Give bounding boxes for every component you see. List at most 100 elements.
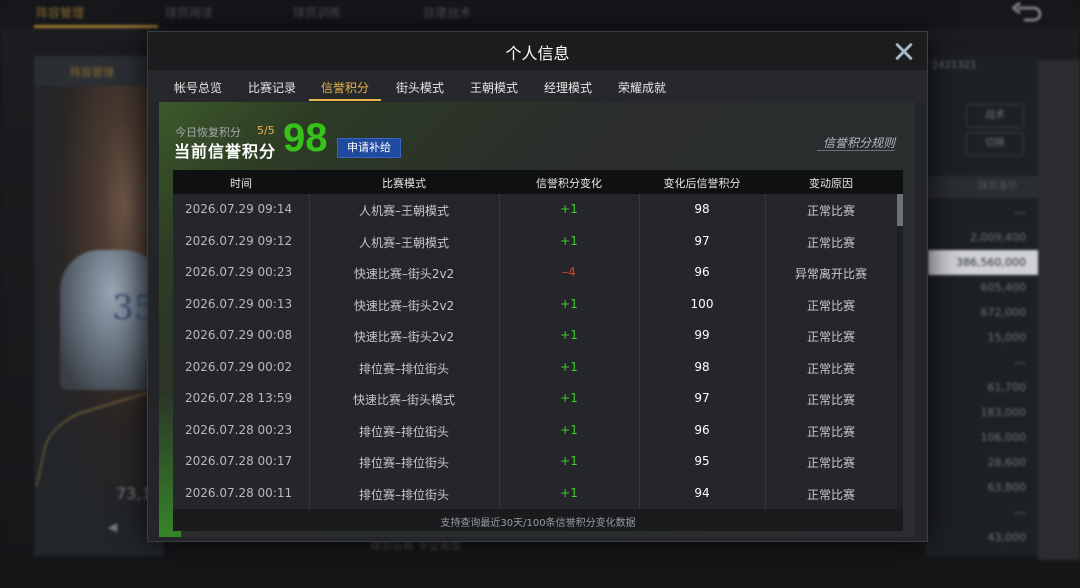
cell-after: 96 — [694, 422, 710, 437]
cell-mode: 排位赛–排位街头 — [358, 361, 449, 376]
cell-mode: 排位赛–排位街头 — [358, 456, 449, 470]
table-footer: 支持查询最近30天/100条信誉积分变化数据 — [173, 509, 903, 531]
bg-value-item: 106,000 — [980, 431, 1027, 444]
header-change: 信誉积分变化 — [536, 177, 602, 190]
bg-value-list: --- 2,009,400 386,560,000 605,400 672,000 15,… — [926, 200, 1038, 550]
bg-tab-read[interactable]: 球员阅读 — [165, 4, 213, 24]
bg-tab-bar: 阵容管理 球员阅读 球员训练 自建战术 — [0, 0, 1080, 28]
cell-reason: 正常比赛 — [806, 456, 855, 470]
cell-change: +1 — [560, 359, 578, 374]
table-row: 2026.07.28 00:11 排位赛–排位街头 +1 94 正常比赛 — [173, 478, 903, 510]
cell-reason: 正常比赛 — [806, 330, 855, 344]
scrollbar-thumb[interactable] — [897, 194, 903, 226]
cell-after: 98 — [694, 202, 710, 216]
cell-change: +1 — [560, 485, 578, 500]
table-row: 2026.07.28 13:59 快速比赛–街头模式 +1 97 正常比赛 — [173, 383, 903, 415]
table-row: 2026.07.28 00:23 排位赛–排位街头 +1 96 正常比赛 — [173, 415, 903, 447]
table-row: 2026.07.28 00:17 排位赛–排位街头 +1 95 正常比赛 — [173, 446, 903, 478]
bg-right-strip: 球员身价 — [926, 176, 1038, 198]
cell-time: 2026.07.29 00:13 — [185, 296, 293, 311]
bg-tab-lineup[interactable]: 阵容管理 — [36, 4, 84, 24]
table-row: 2026.07.29 00:13 快速比赛–街头2v2 +1 100 正常比赛 — [173, 289, 903, 321]
tab-dynasty-mode[interactable]: 王朝模式 — [470, 79, 518, 96]
cell-reason: 异常离开比赛 — [794, 267, 867, 281]
bg-switch-button[interactable]: 切换 — [966, 132, 1024, 156]
tab-match-records[interactable]: 比赛记录 — [248, 79, 296, 96]
cell-after: 94 — [694, 485, 710, 500]
header-after: 变化后信誉积分 — [663, 177, 741, 190]
bg-value-item: 2,009,400 — [970, 231, 1026, 244]
cell-time: 2026.07.29 00:23 — [185, 265, 293, 279]
cell-reason: 正常比赛 — [806, 298, 855, 313]
table-header: 时间 比赛模式 信誉积分变化 变化后信誉积分 变动原因 — [173, 170, 903, 194]
close-icon[interactable] — [893, 40, 915, 62]
cell-after: 97 — [694, 233, 710, 248]
cell-mode: 人机赛–王朝模式 — [358, 204, 449, 218]
cell-reason: 正常比赛 — [806, 235, 855, 250]
bg-left-arrow-icon[interactable]: ◀ — [108, 520, 117, 534]
cell-reason: 正常比赛 — [806, 487, 855, 502]
tab-manager-mode[interactable]: 经理模式 — [544, 79, 592, 96]
header-time: 时间 — [230, 177, 252, 190]
bg-value-item: 183,000 — [980, 406, 1027, 419]
modal-title: 个人信息 — [505, 44, 570, 63]
apply-supply-button[interactable]: 申请补给 — [337, 138, 401, 158]
cell-reason: 正常比赛 — [806, 393, 855, 407]
cell-change: +1 — [560, 233, 578, 248]
bg-value-item: 386,560,000 — [928, 250, 1038, 275]
table-row: 2026.07.29 00:08 快速比赛–街头2v2 +1 99 正常比赛 — [173, 320, 903, 352]
bg-right-head: 2421321 — [932, 60, 977, 71]
header-mode: 比赛模式 — [382, 177, 426, 190]
cell-change: +1 — [560, 202, 578, 216]
cell-after: 99 — [694, 328, 710, 342]
cell-mode: 排位赛–排位街头 — [358, 424, 449, 439]
modal-tab-bar: 帐号总览 比赛记录 信誉积分 街头模式 王朝模式 经理模式 荣耀成就 — [148, 70, 927, 102]
bg-tactics-button[interactable]: 战术 — [966, 104, 1024, 128]
cell-mode: 快速比赛–街头2v2 — [353, 330, 455, 344]
cell-time: 2026.07.28 00:11 — [185, 485, 293, 500]
tab-credit-score[interactable]: 信誉积分 — [321, 79, 369, 96]
cell-after: 100 — [690, 296, 714, 311]
credit-score-panel: 今日恢复积分 5/5 当前信誉积分 98 申请补给 信誉积分规则 时间 比赛模式… — [159, 102, 915, 537]
cell-mode: 排位赛–排位街头 — [358, 487, 449, 502]
personal-info-modal: 个人信息 帐号总览 比赛记录 信誉积分 街头模式 王朝模式 经理模式 荣耀成就 … — [147, 31, 928, 542]
table-row: 2026.07.29 09:14 人机赛–王朝模式 +1 98 正常比赛 — [173, 194, 903, 226]
cell-change: –4 — [562, 265, 576, 279]
table-body[interactable]: 2026.07.29 09:14 人机赛–王朝模式 +1 98 正常比赛 2026.07.… — [173, 194, 903, 509]
cell-after: 96 — [694, 265, 710, 279]
tab-street-mode[interactable]: 街头模式 — [396, 79, 444, 96]
modal-header: 个人信息 — [148, 32, 927, 70]
cell-change: +1 — [560, 296, 578, 311]
table-scrollbar[interactable] — [897, 194, 903, 509]
bg-value-item: 15,000 — [987, 331, 1027, 344]
credit-rules-link[interactable]: 信誉积分规则 — [823, 134, 895, 151]
tab-honor-achievements[interactable]: 荣耀成就 — [618, 79, 666, 96]
cell-time: 2026.07.28 00:17 — [185, 454, 293, 468]
bg-tab-underline — [34, 25, 158, 28]
bg-value-item: 605,400 — [980, 281, 1027, 294]
bg-value-item: 43,000 — [987, 531, 1027, 544]
cell-time: 2026.07.29 09:14 — [185, 202, 293, 216]
bg-value-item: 672,000 — [980, 306, 1027, 319]
cell-time: 2026.07.29 09:12 — [185, 233, 293, 248]
cell-time: 2026.07.29 00:02 — [185, 359, 293, 374]
current-credit-label: 当前信誉积分 — [174, 142, 277, 161]
current-credit-score: 98 — [283, 116, 328, 160]
tab-account-overview[interactable]: 帐号总览 — [174, 79, 222, 96]
footer-note: 支持查询最近30天/100条信誉积分变化数据 — [440, 518, 636, 529]
cell-time: 2026.07.28 00:23 — [185, 422, 293, 437]
cell-reason: 正常比赛 — [806, 424, 855, 439]
cell-reason: 正常比赛 — [806, 204, 855, 218]
cell-after: 98 — [694, 359, 710, 374]
cell-change: +1 — [560, 391, 578, 405]
bg-far-right-panel — [1038, 60, 1080, 560]
back-icon[interactable] — [1010, 1, 1044, 22]
cell-reason: 正常比赛 — [806, 361, 855, 376]
bg-tab-tactics[interactable]: 自建战术 — [423, 4, 471, 24]
today-recovery-count: 5/5 — [257, 124, 275, 137]
rules-link-underline — [817, 150, 895, 151]
bg-left-head: 阵容管理 — [34, 56, 154, 86]
bg-tab-training[interactable]: 球员训练 — [293, 4, 341, 24]
cell-time: 2026.07.29 00:08 — [185, 328, 293, 342]
cell-time: 2026.07.28 13:59 — [185, 391, 293, 405]
